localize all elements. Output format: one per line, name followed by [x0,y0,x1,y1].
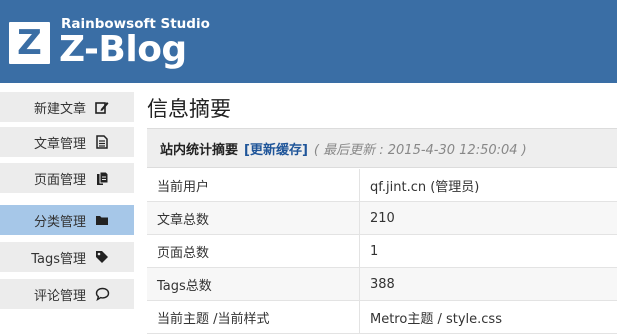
sidebar-item-category-manage[interactable]: 分类管理 [0,205,134,235]
row-value: 210 [360,202,617,235]
sidebar-item-label: 新建文章 [34,98,86,117]
row-key: 页面总数 [147,235,360,268]
summary-title: 站内统计摘要 [160,139,238,158]
sidebar: 新建文章 文章管理 页面管理 分类管理 Tags管理 评论管理 [0,83,138,323]
documents-icon [94,170,110,186]
table-row: 当前用户 qf.jint.cn (管理员) [147,169,617,202]
row-key: 当前用户 [147,169,360,202]
row-key: 文章总数 [147,202,360,235]
sidebar-item-label: 页面管理 [34,169,86,188]
app-header: Z Rainbowsoft Studio Z-Blog [0,0,617,83]
row-key: 当前主题 /当前样式 [147,301,360,334]
row-value: 388 [360,268,617,301]
brand-name: Z-Blog [59,30,187,70]
sidebar-item-page-manage[interactable]: 页面管理 [0,163,134,193]
sidebar-item-new-post[interactable]: 新建文章 [0,92,134,122]
table-row: 当前主题 /当前样式 Metro主题 / style.css [147,301,617,334]
logo-letter: Z [9,22,50,64]
document-icon [94,134,110,150]
sidebar-item-label: 评论管理 [34,285,86,304]
sidebar-item-post-manage[interactable]: 文章管理 [0,127,134,157]
row-value: 1 [360,235,617,268]
last-update-text: ( 最后更新 : 2015-4-30 12:50:04 ) [314,139,527,158]
table-row: 页面总数 1 [147,235,617,268]
zblog-logo[interactable]: Z [9,22,50,64]
table-row: 文章总数 210 [147,202,617,235]
sidebar-item-label: Tags管理 [31,248,86,267]
page-title: 信息摘要 [147,93,231,123]
sidebar-item-label: 文章管理 [34,133,86,152]
comment-icon [94,286,110,302]
stats-table: 当前用户 qf.jint.cn (管理员) 文章总数 210 页面总数 1 Ta… [147,169,617,334]
tag-icon [94,249,110,265]
row-value: qf.jint.cn (管理员) [360,169,617,202]
sidebar-item-tags-manage[interactable]: Tags管理 [0,242,134,272]
sidebar-item-comment-manage[interactable]: 评论管理 [0,279,134,309]
folder-icon [94,212,110,228]
summary-header: 站内统计摘要 [更新缓存] ( 最后更新 : 2015-4-30 12:50:0… [147,128,617,168]
row-key: Tags总数 [147,268,360,301]
edit-icon [94,99,110,115]
refresh-cache-link[interactable]: [更新缓存] [244,139,308,158]
row-value: Metro主题 / style.css [360,301,617,334]
table-row: Tags总数 388 [147,268,617,301]
sidebar-item-label: 分类管理 [34,211,86,230]
